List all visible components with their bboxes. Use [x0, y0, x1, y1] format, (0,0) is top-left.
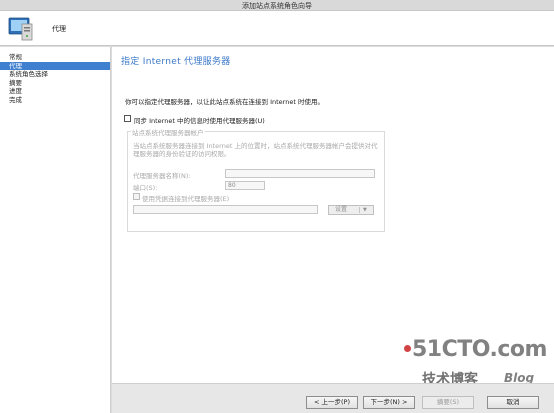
watermark-dot	[404, 345, 411, 352]
previous-button[interactable]: < 上一步(P)	[306, 396, 358, 409]
settings-button-label: 设置	[335, 206, 348, 213]
use-proxy-label[interactable]: 同步 Internet 中的信息时使用代理服务器(U)	[134, 115, 265, 125]
watermark-brand: 51CTO.com	[412, 337, 547, 362]
sidebar-item-role-selection[interactable]: 系统角色选择	[0, 70, 110, 79]
settings-button-divider	[359, 207, 360, 213]
window-titlebar: 添加站点系统角色向导	[0, 0, 554, 11]
wizard-sidebar: 常规 代理 系统角色选择 摘要 进度 完成	[0, 47, 111, 413]
use-credentials-checkbox[interactable]	[133, 193, 140, 200]
sidebar-item-progress[interactable]: 进度	[0, 87, 110, 96]
port-label: 端口(S):	[133, 184, 158, 192]
account-field[interactable]	[133, 205, 318, 214]
group-title: 站点系统代理服务器帐户	[131, 127, 205, 137]
wizard-footer: < 上一步(P) 下一步(N) > 摘要(S) 取消	[112, 383, 554, 413]
settings-button[interactable]: 设置 ▼	[328, 205, 374, 215]
sidebar-item-proxy[interactable]: 代理	[0, 61, 110, 70]
proxy-account-group: 站点系统代理服务器帐户 当站点系统服务器连接到 Internet 上的位置时，站…	[127, 127, 385, 232]
port-field[interactable]: 80	[225, 181, 265, 190]
proxy-name-field[interactable]	[225, 169, 375, 178]
server-icon	[8, 17, 33, 41]
group-description: 当站点系统服务器连接到 Internet 上的位置时，站点系统代理服务器帐户会提…	[133, 142, 378, 158]
use-proxy-checkbox[interactable]	[124, 115, 131, 122]
chevron-down-icon: ▼	[363, 207, 367, 213]
wizard-header: 代理	[0, 11, 554, 46]
sidebar-item-general[interactable]: 常规	[0, 53, 110, 62]
proxy-name-label: 代理服务器名称(N):	[133, 172, 191, 180]
sidebar-item-summary[interactable]: 摘要	[0, 79, 110, 88]
wizard-main: 指定 Internet 代理服务器 你可以指定代理服务器，以让此站点系统在连接到…	[112, 47, 554, 383]
use-credentials-label[interactable]: 使用凭据连接到代理服务器(E)	[142, 193, 229, 203]
window-title: 添加站点系统角色向导	[242, 2, 312, 10]
sidebar-item-completion[interactable]: 完成	[0, 96, 110, 105]
page-title: 指定 Internet 代理服务器	[121, 57, 231, 67]
header-title: 代理	[52, 25, 66, 33]
intro-text: 你可以指定代理服务器，以让此站点系统在连接到 Internet 时使用。	[125, 98, 324, 106]
cancel-button[interactable]: 取消	[487, 396, 539, 409]
summary-button[interactable]: 摘要(S)	[422, 396, 474, 409]
next-button[interactable]: 下一步(N) >	[363, 396, 415, 409]
